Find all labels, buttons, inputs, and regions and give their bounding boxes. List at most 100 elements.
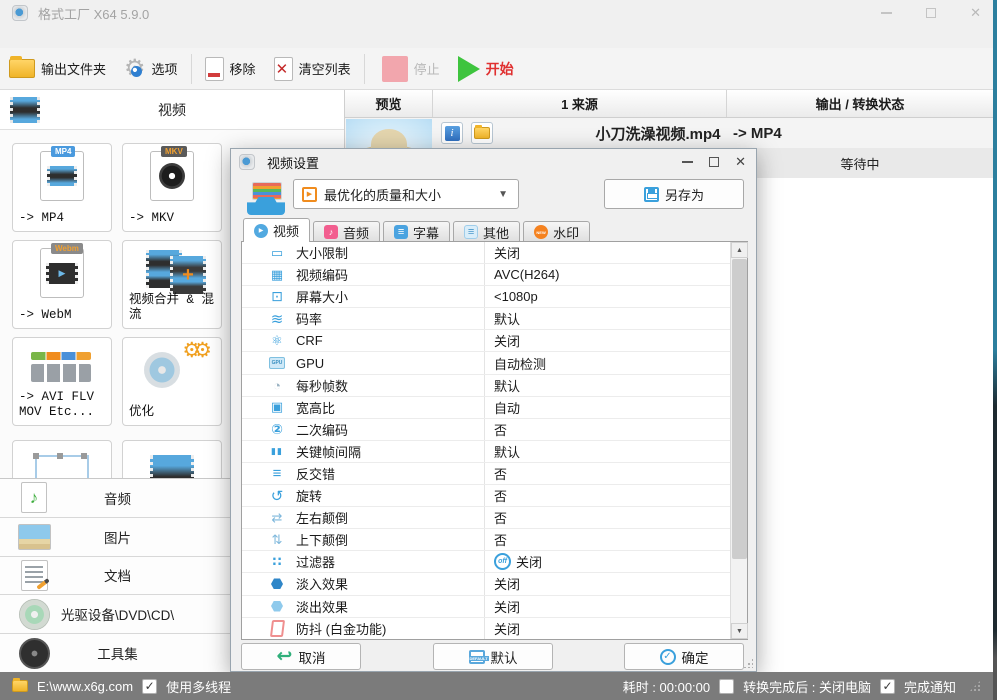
dialog-tab[interactable]: 水印 (523, 221, 591, 242)
setting-row[interactable]: 视频编码 AVC(H264) (242, 264, 730, 287)
tab-label: 视频 (273, 224, 300, 239)
dialog-tab[interactable]: 字幕 (383, 221, 451, 242)
minimize-button[interactable] (881, 12, 893, 14)
video-preset-icon (302, 186, 317, 202)
setting-row[interactable]: 屏幕大小 <1080p (242, 286, 730, 309)
setting-row[interactable]: CRF 关闭 (242, 330, 730, 353)
setting-row[interactable]: 码率 默认 (242, 308, 730, 331)
default-button[interactable]: 默认 (433, 643, 553, 670)
window-resize-grip[interactable] (969, 680, 981, 692)
setting-row[interactable]: 每秒帧数 默认 (242, 374, 730, 397)
bitrate-icon (266, 310, 288, 328)
dialog-tab[interactable]: 其他 (453, 221, 521, 242)
setting-row[interactable]: 淡出效果 关闭 (242, 595, 730, 618)
setting-row[interactable]: 旋转 否 (242, 485, 730, 508)
setting-row[interactable]: 反交错 否 (242, 462, 730, 486)
setting-label: 旋转 (296, 489, 323, 505)
setting-label: 左右颠倒 (296, 511, 349, 527)
keyframe-icon (266, 446, 288, 457)
close-button[interactable]: ✕ (970, 5, 981, 21)
column-source[interactable]: 1 来源 (433, 90, 727, 117)
maximize-button[interactable] (926, 8, 937, 18)
column-preview[interactable]: 预览 (345, 90, 433, 117)
format-badge: MP4 (51, 146, 76, 157)
setting-row[interactable]: 关键帧间隔 默认 (242, 440, 730, 463)
scrollbar-thumb[interactable] (732, 259, 747, 559)
scroll-down-icon[interactable]: ▼ (731, 623, 748, 639)
sidebar-header-video[interactable]: 视频 (0, 90, 344, 130)
clear-list-button[interactable]: 清空列表 (265, 51, 360, 87)
setting-row[interactable]: 淡入效果 关闭 (242, 573, 730, 596)
category-label: 工具集 (97, 647, 138, 663)
format-card[interactable]: 优化 (122, 337, 222, 426)
dialog-titlebar: 视频设置 ✕ (231, 149, 756, 175)
setting-row[interactable]: GPU 自动检测 (242, 352, 730, 375)
setting-value: 否 (494, 533, 508, 549)
setting-row[interactable]: 二次编码 否 (242, 418, 730, 441)
setting-value: 关闭 (494, 621, 521, 637)
setting-label: 大小限制 (296, 246, 349, 262)
dialog-tab[interactable]: 视频 (243, 218, 311, 242)
open-folder-button[interactable] (471, 122, 493, 144)
rotate-icon (266, 487, 288, 505)
scroll-up-icon[interactable]: ▲ (731, 242, 748, 258)
setting-row[interactable]: 过滤器 off 关闭 (242, 551, 730, 574)
format-card[interactable]: 视频合并 & 混流 (122, 240, 222, 329)
output-path[interactable]: E:\www.x6g.com (37, 679, 133, 694)
setting-value: <1080p (494, 289, 538, 305)
aspect-ratio-icon (266, 399, 288, 415)
setting-row[interactable]: 左右颠倒 否 (242, 507, 730, 530)
setting-value: AVC(H264) (494, 267, 560, 283)
save-as-button[interactable]: 另存为 (604, 179, 744, 209)
dialog-maximize-button[interactable] (709, 157, 720, 167)
info-button[interactable]: i (441, 122, 463, 144)
setting-label: 反交错 (296, 466, 336, 482)
check-circle-icon: ✓ (659, 648, 676, 665)
dialog-close-button[interactable]: ✕ (735, 154, 746, 170)
setting-row[interactable]: 上下颠倒 否 (242, 529, 730, 552)
remove-button[interactable]: 移除 (196, 51, 265, 87)
setting-row[interactable]: 防抖 (白金功能) 关闭 (242, 617, 730, 639)
notify-checkbox[interactable]: ✓ (879, 678, 895, 694)
back-arrow-icon: ↩ (276, 645, 293, 667)
format-card[interactable] (12, 440, 112, 478)
cancel-button[interactable]: ↩ 取消 (241, 643, 361, 670)
folder-icon (474, 125, 490, 139)
ok-button[interactable]: ✓ 确定 (624, 643, 744, 670)
format-card[interactable]: -> AVI FLV MOV Etc... (12, 337, 112, 426)
dialog-tabs: 视频 音频 字幕 其他 水印 (243, 218, 591, 242)
dialog-resize-grip[interactable] (743, 658, 753, 668)
dialog-tab[interactable]: 音频 (313, 221, 381, 242)
multithread-checkbox[interactable]: ✓ (142, 678, 158, 694)
options-button[interactable]: ⚙ 选项 (115, 51, 187, 87)
stop-button[interactable]: 停止 (373, 51, 449, 87)
format-card[interactable] (122, 440, 222, 478)
format-card[interactable]: MP4 -> MP4 (12, 143, 112, 232)
setting-row[interactable]: 宽高比 自动 (242, 396, 730, 419)
atom-icon (266, 333, 288, 349)
output-folder-button[interactable]: 输出文件夹 (0, 51, 115, 87)
format-card-label: -> WebM (19, 308, 72, 323)
folder-icon (9, 56, 35, 78)
setting-row[interactable]: 大小限制 关闭 (242, 242, 730, 265)
setting-label: 每秒帧数 (296, 378, 349, 394)
background-window-edge (993, 0, 997, 700)
default-printer-icon (468, 649, 489, 664)
column-output[interactable]: 输出 / 转换状态 (727, 90, 993, 117)
setting-label: 关键帧间隔 (296, 444, 362, 460)
toolbar: 输出文件夹 ⚙ 选项 移除 清空列表 停止 开始 (0, 48, 997, 90)
fade-out-icon (266, 601, 288, 612)
settings-scrollbar[interactable]: ▲ ▼ (730, 242, 748, 639)
format-card[interactable]: Webm -> WebM (12, 240, 112, 329)
preset-dropdown[interactable]: 最优化的质量和大小 ▼ (293, 179, 519, 209)
start-button[interactable]: 开始 (449, 51, 523, 87)
clear-x-icon (273, 56, 293, 81)
fade-in-icon (266, 578, 288, 589)
shutdown-after-checkbox[interactable] (719, 678, 735, 694)
dialog-minimize-button[interactable] (682, 161, 694, 163)
toolbar-separator (363, 53, 365, 84)
off-badge: off (494, 553, 511, 571)
filter-icon (266, 554, 288, 570)
format-badge: Webm (51, 243, 83, 254)
format-card[interactable]: MKV -> MKV (122, 143, 222, 232)
